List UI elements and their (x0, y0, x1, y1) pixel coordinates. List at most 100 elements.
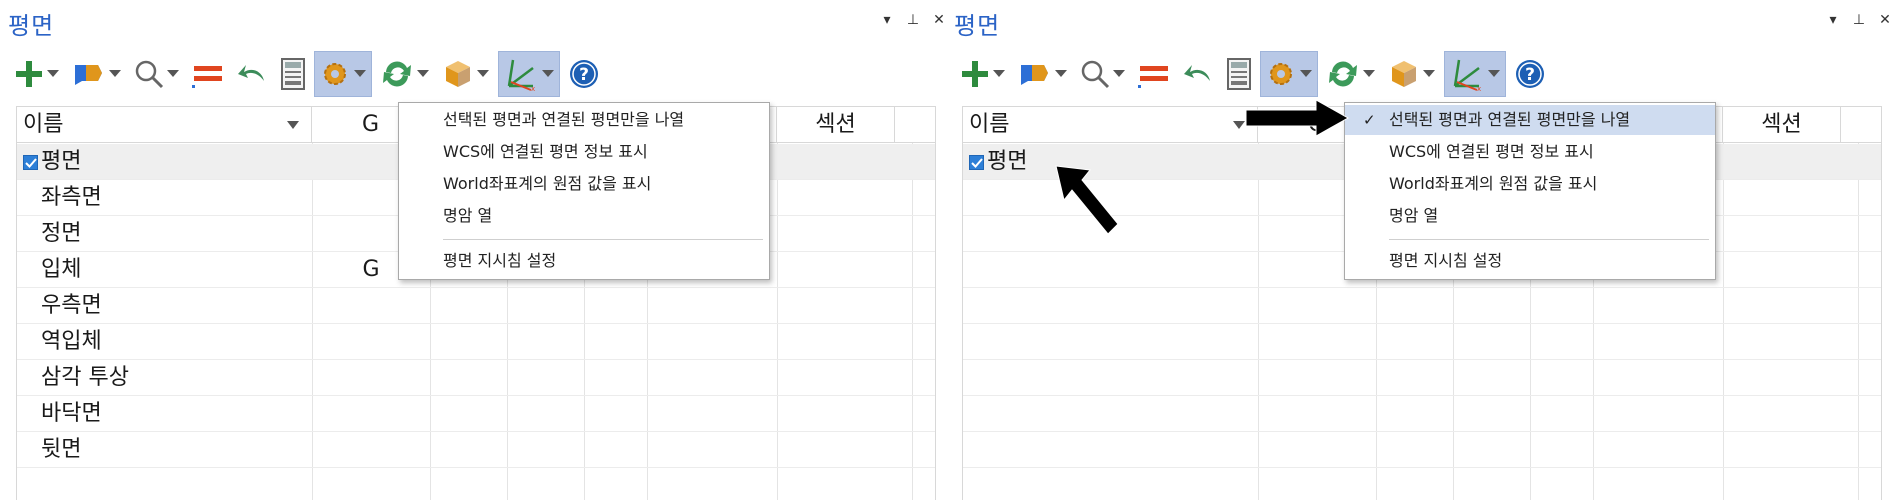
chevron-down-icon[interactable] (992, 64, 1006, 84)
chevron-down-icon[interactable] (46, 64, 60, 84)
equal-button[interactable] (188, 51, 228, 97)
help-button[interactable]: ? (564, 51, 604, 97)
window-controls: ▾ ⊥ ✕ (1826, 12, 1892, 28)
menu-separator (443, 239, 763, 240)
pin-icon[interactable]: ⊥ (906, 12, 920, 28)
dropdown-icon[interactable]: ▾ (880, 12, 894, 28)
menu-item-list-connected-planes[interactable]: ✓ 선택된 평면과 연결된 평면만을 나열 (1345, 105, 1715, 135)
add-icon (16, 61, 42, 87)
cube-button[interactable] (438, 51, 494, 97)
undo-button[interactable] (1178, 51, 1218, 97)
checkbox-checked[interactable] (969, 155, 984, 170)
gear-icon (1270, 63, 1292, 85)
menu-item-shading-column[interactable]: 명암 열 (1345, 201, 1715, 231)
help-icon: ? (570, 60, 598, 88)
refresh-button[interactable] (1322, 51, 1380, 97)
axes-button[interactable]: x (498, 51, 560, 97)
search-button[interactable] (130, 51, 184, 97)
plane-flag-button[interactable] (68, 51, 126, 97)
help-button[interactable]: ? (1510, 51, 1550, 97)
settings-button[interactable] (314, 51, 372, 97)
row-label: 입체 (41, 257, 82, 282)
undo-button[interactable] (232, 51, 272, 97)
column-header-name[interactable]: 이름 (17, 107, 312, 143)
chevron-down-icon[interactable] (1487, 64, 1501, 84)
undo-icon (238, 65, 264, 81)
equal-button[interactable] (1134, 51, 1174, 97)
column-header-section[interactable]: 섹션 (777, 107, 895, 143)
gear-icon (324, 63, 346, 85)
pin-icon[interactable]: ⊥ (1852, 12, 1866, 28)
checkmark-icon: ✓ (1363, 111, 1376, 129)
plane-flag-icon (75, 65, 102, 85)
cube-icon (1392, 61, 1416, 87)
search-button[interactable] (1076, 51, 1130, 97)
menu-item-plane-indicator-settings[interactable]: 평면 지시침 설정 (399, 246, 769, 276)
equal-icon (1138, 66, 1168, 88)
sort-icon[interactable] (287, 121, 299, 129)
axes-button[interactable]: x (1444, 51, 1506, 97)
cube-button[interactable] (1384, 51, 1440, 97)
chevron-down-icon[interactable] (1362, 64, 1376, 84)
row-label: 정면 (41, 221, 82, 246)
chevron-down-icon[interactable] (166, 64, 180, 84)
add-button[interactable] (956, 51, 1010, 97)
row-label: 우측면 (41, 293, 102, 318)
row-label: 역입체 (41, 329, 102, 354)
calculator-button[interactable] (276, 51, 310, 97)
menu-item-show-wcs-info[interactable]: WCS에 연결된 평면 정보 표시 (399, 137, 769, 167)
dropdown-icon[interactable]: ▾ (1826, 12, 1840, 28)
chevron-down-icon[interactable] (353, 64, 367, 84)
menu-item-show-wcs-info[interactable]: WCS에 연결된 평면 정보 표시 (1345, 137, 1715, 167)
help-icon: ? (1516, 60, 1544, 88)
close-icon[interactable]: ✕ (932, 12, 946, 28)
calculator-button[interactable] (1222, 51, 1256, 97)
checkbox-checked[interactable] (23, 155, 38, 170)
refresh-button[interactable] (376, 51, 434, 97)
chevron-down-icon[interactable] (1054, 64, 1068, 84)
menu-item-plane-indicator-settings[interactable]: 평면 지시침 설정 (1345, 246, 1715, 276)
plane-flag-button[interactable] (1014, 51, 1072, 97)
chevron-down-icon[interactable] (108, 64, 122, 84)
menu-item-shading-column[interactable]: 명암 열 (399, 201, 769, 231)
row-label: 평면 (41, 149, 82, 174)
chevron-down-icon[interactable] (541, 64, 555, 84)
row-label: 삼각 투상 (41, 365, 129, 390)
row-label: 뒷면 (41, 437, 82, 462)
column-header-section[interactable]: 섹션 (1723, 107, 1841, 143)
table-row[interactable]: 역입체 (17, 324, 935, 360)
table-row[interactable]: 뒷면 (17, 432, 935, 468)
row-label: 좌측면 (41, 185, 102, 210)
chevron-down-icon[interactable] (1422, 64, 1436, 84)
column-header-name[interactable]: 이름 (963, 107, 1258, 143)
svg-text:?: ? (1525, 65, 1535, 85)
table-row[interactable]: 우측면 (17, 288, 935, 324)
menu-item-show-world-origin[interactable]: World좌표계의 원점 값을 표시 (399, 169, 769, 199)
table-row[interactable]: 바닥면 (17, 396, 935, 432)
plane-flag-icon (1021, 65, 1048, 85)
cube-icon (446, 61, 470, 87)
menu-item-list-connected-planes[interactable]: 선택된 평면과 연결된 평면만을 나열 (399, 105, 769, 135)
toolbar: x ? (10, 50, 930, 98)
add-button[interactable] (10, 51, 64, 97)
undo-icon (1184, 65, 1210, 81)
table-row (963, 360, 1881, 396)
chevron-down-icon[interactable] (1112, 64, 1126, 84)
settings-button[interactable] (1260, 51, 1318, 97)
settings-dropdown-menu: ✓ 선택된 평면과 연결된 평면만을 나열 WCS에 연결된 평면 정보 표시 … (1344, 102, 1716, 280)
left-panel: 평면 ▾ ⊥ ✕ x ? 이름 G 섹션 평면 좌측면 정면 입체 G 우측면 … (0, 0, 946, 500)
panel-title: 평면 (8, 12, 55, 40)
menu-item-show-world-origin[interactable]: World좌표계의 원점 값을 표시 (1345, 169, 1715, 199)
right-panel: 평면 ▾ ⊥ ✕ x ? 이름 섹션 평면 ✓ 선택된 평면과 연결된 평면만을… (946, 0, 1892, 500)
table-row[interactable]: 삼각 투상 (17, 360, 935, 396)
row-label: 바닥면 (41, 401, 102, 426)
toolbar: x ? (956, 50, 1876, 98)
close-icon[interactable]: ✕ (1878, 12, 1892, 28)
table-row (963, 396, 1881, 432)
chevron-down-icon[interactable] (416, 64, 430, 84)
annotation-arrow-right-icon (1245, 99, 1350, 137)
search-icon (1081, 60, 1110, 89)
chevron-down-icon[interactable] (476, 64, 490, 84)
search-icon (135, 60, 164, 89)
chevron-down-icon[interactable] (1299, 64, 1313, 84)
